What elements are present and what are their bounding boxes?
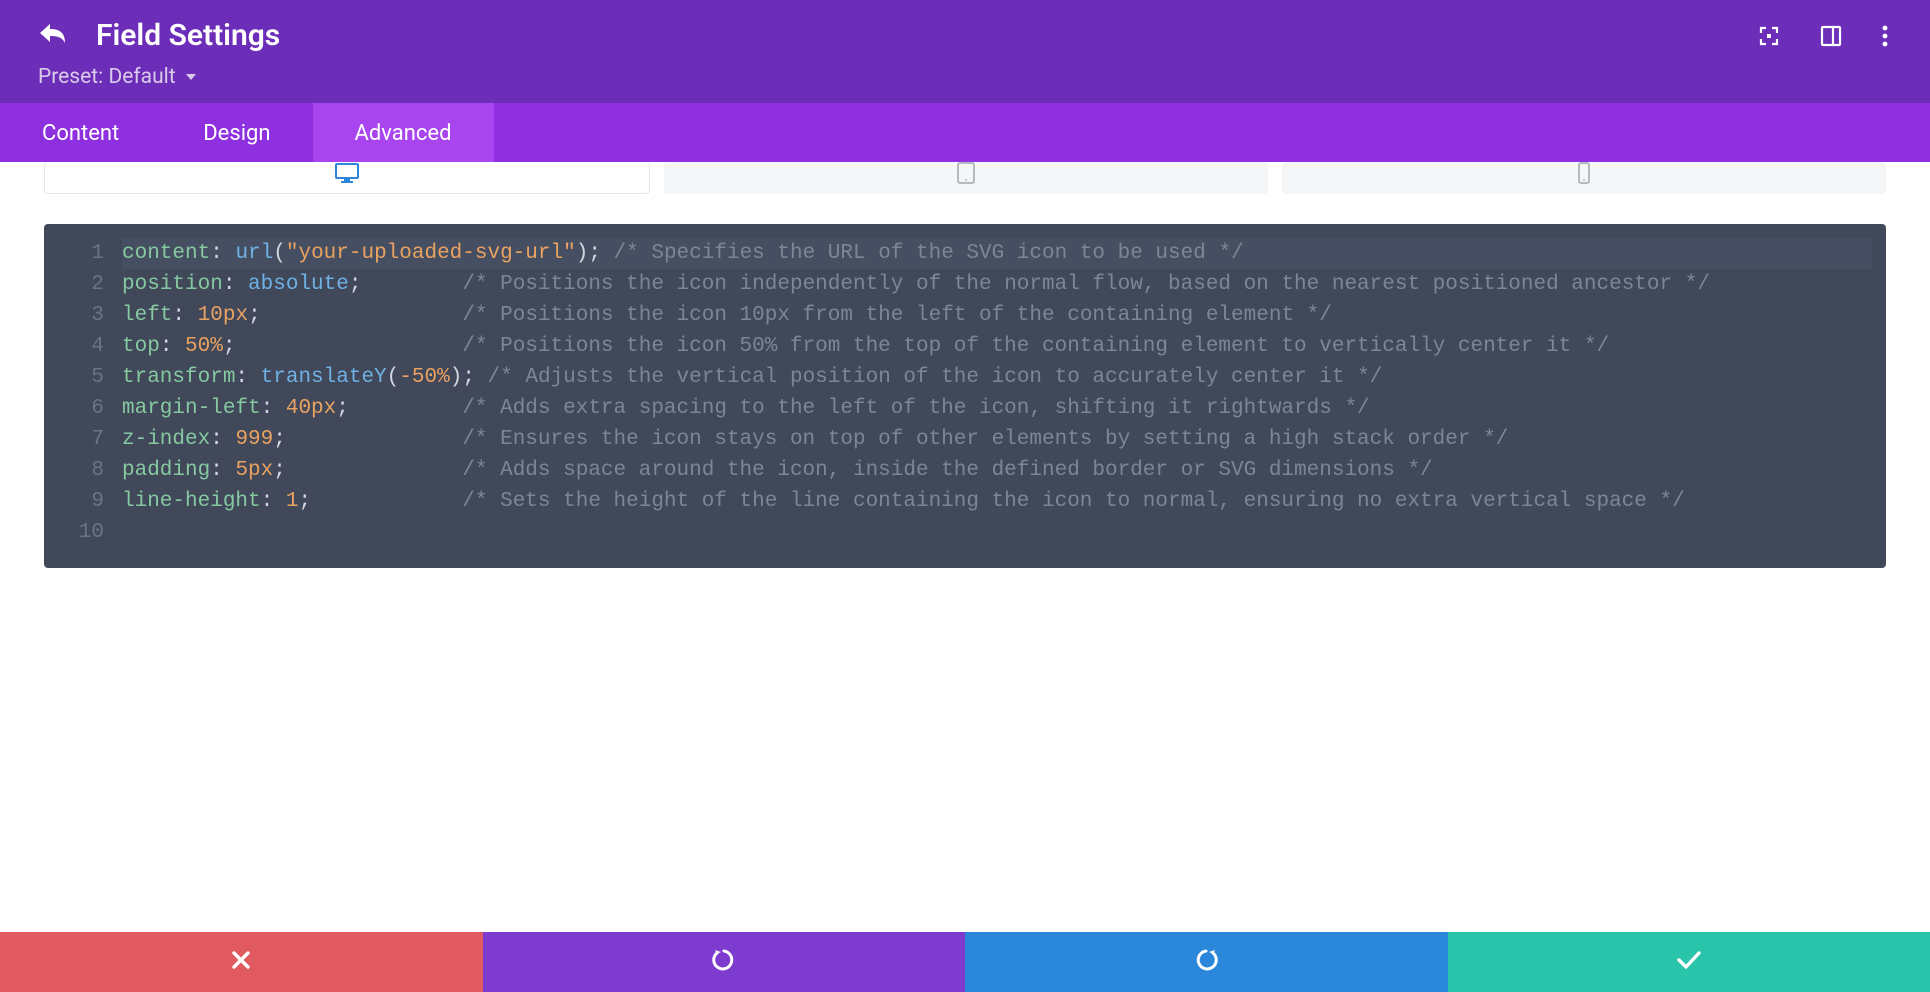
- tab-advanced[interactable]: Advanced: [313, 103, 494, 164]
- back-icon[interactable]: [38, 21, 68, 51]
- code-line[interactable]: 2position: absolute; /* Positions the ic…: [44, 269, 1872, 300]
- preset-label: Preset: Default: [38, 65, 176, 89]
- code-content[interactable]: transform: translateY(-50%); /* Adjusts …: [122, 362, 1872, 393]
- line-number: 6: [44, 393, 122, 424]
- line-number: 1: [44, 238, 122, 269]
- chevron-down-icon: [186, 74, 196, 80]
- check-icon: [1676, 950, 1702, 974]
- line-number: 7: [44, 424, 122, 455]
- undo-button[interactable]: [483, 932, 966, 992]
- page-title: Field Settings: [96, 18, 280, 53]
- code-line[interactable]: 8padding: 5px; /* Adds space around the …: [44, 455, 1872, 486]
- code-content[interactable]: margin-left: 40px; /* Adds extra spacing…: [122, 393, 1872, 424]
- responsive-device-row: [44, 162, 1886, 194]
- settings-tabs: Content Design Advanced: [0, 103, 1930, 164]
- phone-icon: [1578, 162, 1590, 188]
- code-content[interactable]: content: url("your-uploaded-svg-url"); /…: [122, 238, 1872, 269]
- code-content[interactable]: left: 10px; /* Positions the icon 10px f…: [122, 300, 1872, 331]
- redo-button[interactable]: [965, 932, 1448, 992]
- tab-content[interactable]: Content: [0, 103, 161, 164]
- code-content[interactable]: top: 50%; /* Positions the icon 50% from…: [122, 331, 1872, 362]
- tab-design[interactable]: Design: [161, 103, 312, 164]
- code-line[interactable]: 10: [44, 517, 1872, 548]
- desktop-icon: [335, 163, 359, 187]
- save-button[interactable]: [1448, 932, 1930, 992]
- code-line[interactable]: 7z-index: 999; /* Ensures the icon stays…: [44, 424, 1872, 455]
- device-desktop[interactable]: [44, 162, 650, 194]
- line-number: 4: [44, 331, 122, 362]
- redo-icon: [1194, 948, 1218, 976]
- code-line[interactable]: 5transform: translateY(-50%); /* Adjusts…: [44, 362, 1872, 393]
- cancel-button[interactable]: [0, 932, 483, 992]
- code-content[interactable]: z-index: 999; /* Ensures the icon stays …: [122, 424, 1872, 455]
- line-number: 8: [44, 455, 122, 486]
- code-line[interactable]: 3left: 10px; /* Positions the icon 10px …: [44, 300, 1872, 331]
- action-footer: [0, 932, 1930, 992]
- settings-header: Field Settings Preset: D: [0, 0, 1930, 103]
- line-number: 2: [44, 269, 122, 300]
- close-icon: [231, 950, 251, 974]
- line-number: 10: [44, 517, 122, 548]
- expand-icon[interactable]: [1758, 25, 1780, 47]
- code-content[interactable]: line-height: 1; /* Sets the height of th…: [122, 486, 1872, 517]
- preset-selector[interactable]: Preset: Default: [38, 65, 1892, 103]
- code-line[interactable]: 4top: 50%; /* Positions the icon 50% fro…: [44, 331, 1872, 362]
- device-tablet[interactable]: [664, 162, 1268, 194]
- code-line[interactable]: 1content: url("your-uploaded-svg-url"); …: [44, 238, 1872, 269]
- code-content[interactable]: [122, 517, 1872, 548]
- tablet-icon: [957, 162, 975, 188]
- line-number: 5: [44, 362, 122, 393]
- code-line[interactable]: 6margin-left: 40px; /* Adds extra spacin…: [44, 393, 1872, 424]
- more-menu-icon[interactable]: [1882, 25, 1888, 47]
- device-phone[interactable]: [1282, 162, 1886, 194]
- line-number: 9: [44, 486, 122, 517]
- line-number: 3: [44, 300, 122, 331]
- code-content[interactable]: position: absolute; /* Positions the ico…: [122, 269, 1872, 300]
- custom-css-editor[interactable]: 1content: url("your-uploaded-svg-url"); …: [44, 224, 1886, 568]
- undo-icon: [712, 948, 736, 976]
- code-content[interactable]: padding: 5px; /* Adds space around the i…: [122, 455, 1872, 486]
- code-line[interactable]: 9line-height: 1; /* Sets the height of t…: [44, 486, 1872, 517]
- panel-icon[interactable]: [1820, 25, 1842, 47]
